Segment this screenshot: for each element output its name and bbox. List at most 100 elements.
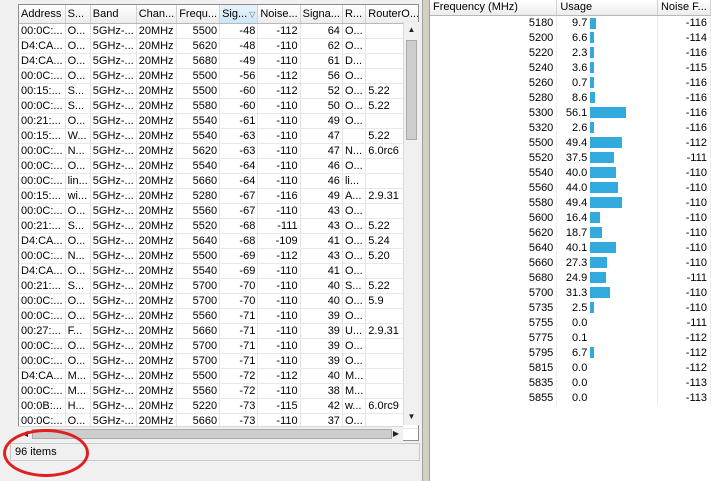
scroll-right-arrow-icon[interactable]: ▶ (389, 427, 403, 441)
table-row[interactable]: 00:0C:... O... 5GHz-... 20MHz 5560 -71 -110 39 O… (19, 308, 418, 324)
column-header-signal[interactable]: Sig... ▽ (219, 5, 259, 24)
list-item[interactable]: 5180 9.7 -116 (430, 15, 711, 30)
usage-bar (590, 107, 627, 118)
cell-ssid: O... (65, 113, 91, 129)
vertical-scroll-thumb[interactable] (406, 40, 417, 140)
column-header-radio-name[interactable]: R... (342, 5, 367, 24)
list-item[interactable]: 5620 18.7 -110 (430, 225, 711, 240)
list-item[interactable]: 5660 27.3 -110 (430, 255, 711, 270)
column-header-address[interactable]: Address (19, 5, 66, 24)
list-item[interactable]: 5580 49.4 -110 (430, 195, 711, 210)
scroll-up-arrow-icon[interactable]: ▲ (404, 22, 419, 38)
cell-noise: -110 (257, 38, 301, 54)
cell-usage: 49.4 (556, 135, 658, 150)
table-row[interactable]: 00:0C:... O... 5GHz-... 20MHz 5700 -70 -110 40 O… (19, 293, 418, 309)
table-row[interactable]: 00:15:... wi... 5GHz-... 20MHz 5280 -67 -116 49… (19, 188, 418, 204)
table-row[interactable]: 00:21:... O... 5GHz-... 20MHz 5540 -61 -110 49 O… (19, 113, 418, 129)
list-item[interactable]: 5280 8.6 -116 (430, 90, 711, 105)
cell-frequency-mhz: 5200 (430, 30, 558, 45)
list-item[interactable]: 5500 49.4 -112 (430, 135, 711, 150)
cell-noise-floor: -110 (657, 165, 711, 180)
table-row[interactable]: 00:15:... S... 5GHz-... 20MHz 5500 -60 -112 52 O… (19, 83, 418, 99)
horizontal-scroll-thumb[interactable] (32, 429, 392, 439)
list-item[interactable]: 5560 44.0 -110 (430, 180, 711, 195)
cell-frequency: 5660 (176, 323, 221, 339)
list-item[interactable]: 5540 40.0 -110 (430, 165, 711, 180)
cell-radio-name: O... (342, 293, 367, 309)
column-header-band[interactable]: Band (90, 5, 137, 24)
list-item[interactable]: 5755 0.0 -111 (430, 315, 711, 330)
table-row[interactable]: 00:0C:... lin... 5GHz-... 20MHz 5660 -64 -110 4… (19, 173, 418, 189)
column-header-ssid[interactable]: S... (65, 5, 91, 24)
cell-channel-width: 20MHz (136, 278, 178, 294)
usage-value: 44.0 (565, 181, 588, 194)
cell-frequency-mhz: 5320 (430, 120, 558, 135)
list-item[interactable]: 5520 37.5 -111 (430, 150, 711, 165)
column-header-frequency-mhz[interactable]: Frequency (MHz) (430, 0, 558, 16)
list-item[interactable]: 5640 40.1 -110 (430, 240, 711, 255)
table-row[interactable]: D4:CA... O... 5GHz-... 20MHz 5620 -48 -110 62 O.… (19, 38, 418, 54)
cell-address: 00:15:... (19, 188, 66, 204)
table-row[interactable]: 00:0C:... S... 5GHz-... 20MHz 5580 -60 -110 50 O… (19, 98, 418, 114)
cell-ssid: O... (65, 353, 91, 369)
list-item[interactable]: 5600 16.4 -110 (430, 210, 711, 225)
scroll-down-arrow-icon[interactable]: ▼ (404, 409, 419, 425)
column-header-noise[interactable]: Noise... (257, 5, 301, 24)
table-row[interactable]: 00:21:... S... 5GHz-... 20MHz 5520 -68 -111 43 O… (19, 218, 418, 234)
cell-frequency: 5620 (176, 143, 221, 159)
list-item[interactable]: 5700 31.3 -110 (430, 285, 711, 300)
cell-frequency: 5500 (176, 23, 221, 39)
column-header-usage[interactable]: Usage (556, 0, 658, 16)
list-item[interactable]: 5200 6.6 -114 (430, 30, 711, 45)
list-item[interactable]: 5320 2.6 -116 (430, 120, 711, 135)
table-row[interactable]: 00:27:... F... 5GHz-... 20MHz 5660 -71 -110 39 U… (19, 323, 418, 339)
list-item[interactable]: 5735 2.5 -110 (430, 300, 711, 315)
list-item[interactable]: 5855 0.0 -113 (430, 390, 711, 405)
list-item[interactable]: 5775 0.1 -112 (430, 330, 711, 345)
list-item[interactable]: 5680 24.9 -111 (430, 270, 711, 285)
cell-usage: 2.3 (556, 45, 658, 60)
list-item[interactable]: 5240 3.6 -115 (430, 60, 711, 75)
cell-usage: 44.0 (556, 180, 658, 195)
table-row[interactable]: 00:0C:... M... 5GHz-... 20MHz 5560 -72 -110 38 M… (19, 383, 418, 399)
list-item[interactable]: 5260 0.7 -116 (430, 75, 711, 90)
column-header-noise-floor[interactable]: Noise F... (657, 0, 711, 16)
cell-snr: 50 (300, 98, 343, 114)
cell-radio-name: O... (342, 83, 367, 99)
list-item[interactable]: 5300 56.1 -116 (430, 105, 711, 120)
cell-ssid: O... (65, 38, 91, 54)
table-row[interactable]: D4:CA... O... 5GHz-... 20MHz 5540 -69 -110 41 O.… (19, 263, 418, 279)
table-row[interactable]: D4:CA... O... 5GHz-... 20MHz 5680 -49 -110 61 D.… (19, 53, 418, 69)
cell-usage: 3.6 (556, 60, 658, 75)
list-item[interactable]: 5795 6.7 -112 (430, 345, 711, 360)
cell-frequency: 5540 (176, 128, 221, 144)
table-row[interactable]: 00:0C:... O... 5GHz-... 20MHz 5500 -56 -112 56 O… (19, 68, 418, 84)
cell-address: 00:0C:... (19, 338, 66, 354)
column-header-routeros[interactable]: RouterO... (365, 5, 418, 24)
list-item[interactable]: 5815 0.0 -112 (430, 360, 711, 375)
table-row[interactable]: D4:CA... M... 5GHz-... 20MHz 5500 -72 -112 40 M.… (19, 368, 418, 384)
column-header-channel-width[interactable]: Chan... (136, 5, 178, 24)
list-item[interactable]: 5835 0.0 -113 (430, 375, 711, 390)
table-row[interactable]: 00:0C:... N... 5GHz-... 20MHz 5620 -63 -110 47 N… (19, 143, 418, 159)
column-header-snr[interactable]: Signa... (300, 5, 343, 24)
column-header-frequency[interactable]: Frequ... (176, 5, 221, 24)
cell-band: 5GHz-... (90, 113, 137, 129)
table-row[interactable]: 00:0C:... O... 5GHz-... 20MHz 5700 -71 -110 39 O… (19, 338, 418, 354)
table-row[interactable]: D4:CA... O... 5GHz-... 20MHz 5640 -68 -109 41 O.… (19, 233, 418, 249)
cell-ssid: O... (65, 308, 91, 324)
table-row[interactable]: 00:21:... S... 5GHz-... 20MHz 5700 -70 -110 40 S… (19, 278, 418, 294)
table-row[interactable]: 00:0C:... O... 5GHz-... 20MHz 5540 -64 -110 46 O… (19, 158, 418, 174)
table-row[interactable]: 00:0C:... O... 5GHz-... 20MHz 5560 -67 -110 43 O… (19, 203, 418, 219)
vertical-scrollbar[interactable]: ▲ ▼ (403, 22, 419, 425)
list-item[interactable]: 5220 2.3 -116 (430, 45, 711, 60)
table-row[interactable]: 00:0C:... O... 5GHz-... 20MHz 5500 -48 -112 64 O… (19, 23, 418, 39)
cell-signal: -69 (219, 248, 259, 264)
table-row[interactable]: 00:0C:... N... 5GHz-... 20MHz 5500 -69 -112 43 O… (19, 248, 418, 264)
usage-value: 0.0 (572, 316, 588, 329)
table-row[interactable]: 00:15:... W... 5GHz-... 20MHz 5540 -63 -110 47 5… (19, 128, 418, 144)
table-row[interactable]: 00:0B:... H... 5GHz-... 20MHz 5220 -73 -115 42 w… (19, 398, 418, 414)
table-row[interactable]: 00:0C:... O... 5GHz-... 20MHz 5700 -71 -110 39 O… (19, 353, 418, 369)
cell-channel-width: 20MHz (136, 338, 178, 354)
cell-snr: 40 (300, 293, 343, 309)
